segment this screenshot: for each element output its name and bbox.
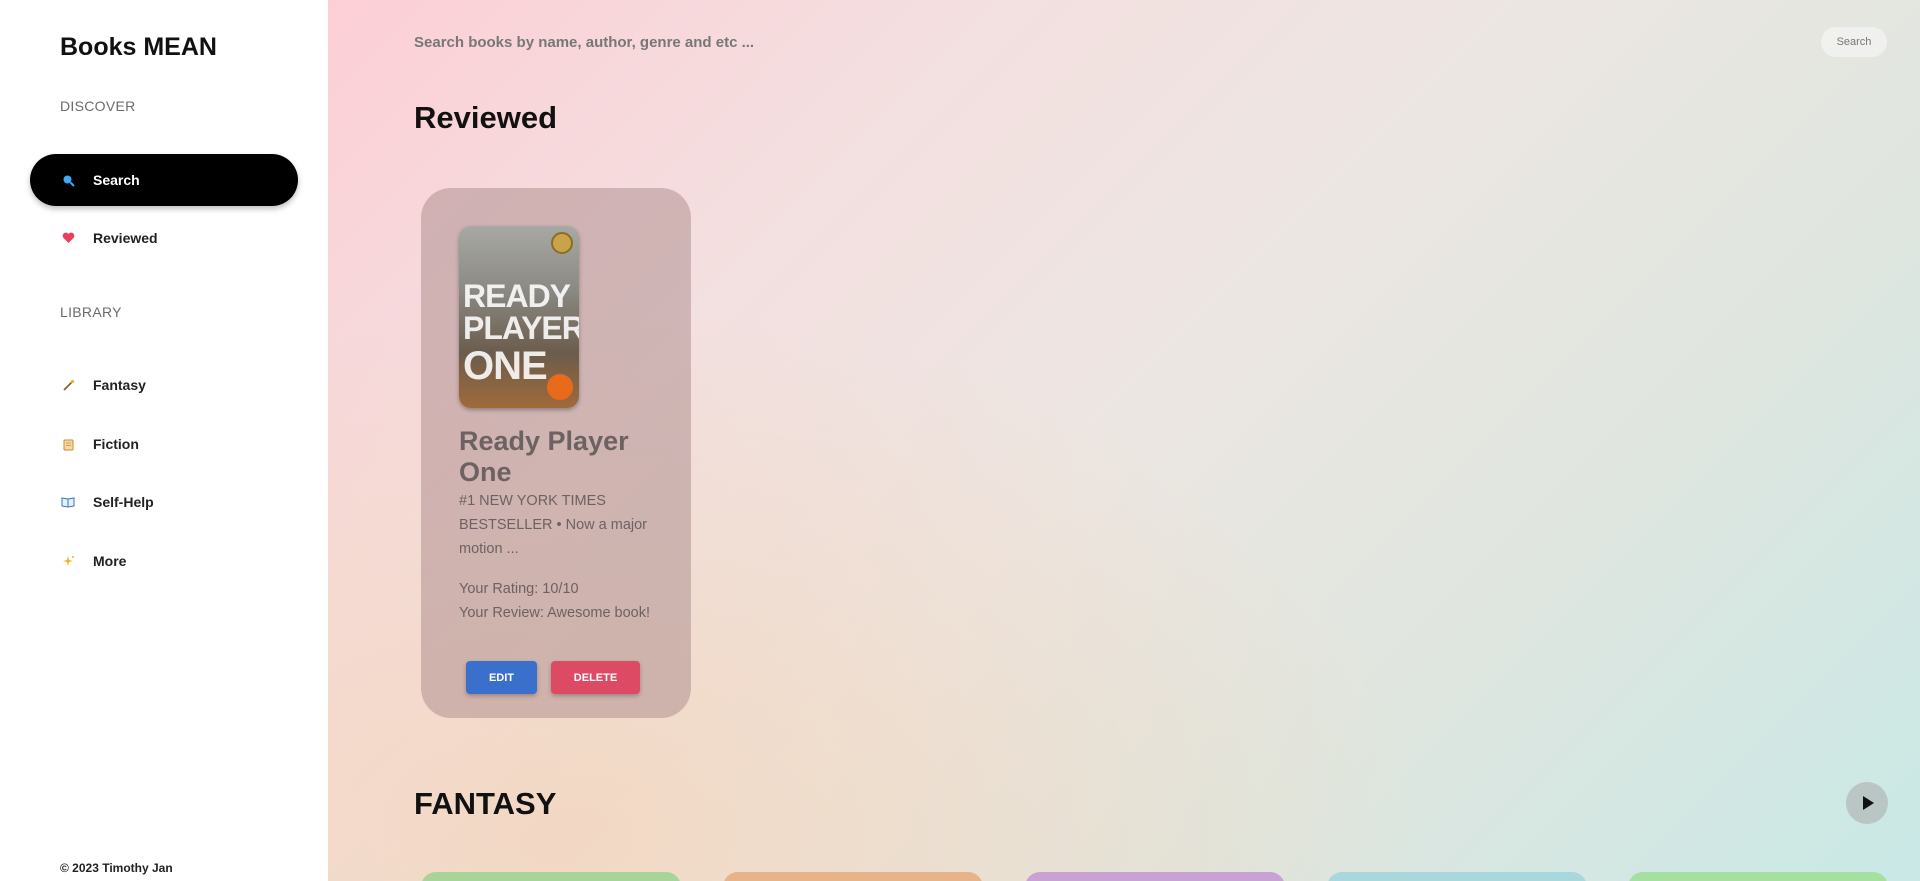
sidebar-item-more[interactable]: More	[30, 535, 298, 587]
book-title: Ready Player One	[459, 426, 629, 487]
sidebar-item-fiction[interactable]: Fiction	[30, 418, 298, 470]
reviewed-heading: Reviewed	[414, 100, 558, 135]
search-button[interactable]: Search	[1821, 27, 1887, 57]
footer-copyright: © 2023 Timothy Jan	[60, 861, 173, 875]
cover-title-line: READY	[463, 278, 571, 314]
app-brand: Books MEAN	[60, 33, 217, 61]
search-icon	[61, 173, 75, 187]
book-icon	[61, 495, 75, 509]
sidebar-item-label: Fantasy	[93, 377, 146, 393]
sidebar-item-label: More	[93, 553, 127, 569]
fantasy-heading: FANTASY	[414, 786, 557, 821]
play-icon	[1863, 796, 1874, 810]
sidebar-item-search[interactable]: Search	[30, 154, 298, 206]
library-section-label: LIBRARY	[60, 304, 122, 320]
discover-section-label: DISCOVER	[60, 98, 136, 114]
book-cover[interactable]: READY PLAYER ONE	[459, 226, 579, 408]
cover-title-line: ONE	[463, 344, 548, 388]
book-rating: Your Rating: 10/10	[459, 581, 579, 597]
fantasy-card-peek[interactable]	[421, 872, 681, 881]
sidebar-item-label: Fiction	[93, 436, 139, 452]
scroll-icon	[61, 437, 75, 451]
wand-icon	[61, 378, 75, 392]
fantasy-card-peek[interactable]	[1628, 872, 1888, 881]
main-content: Search Reviewed READY PLAYER ONE Ready P…	[328, 0, 1920, 881]
sidebar-item-fantasy[interactable]: Fantasy	[30, 359, 298, 411]
fantasy-card-peek[interactable]	[1327, 872, 1587, 881]
award-seal-icon	[551, 232, 573, 254]
fantasy-card-peek[interactable]	[1025, 872, 1285, 881]
fantasy-card-peek[interactable]	[723, 872, 983, 881]
book-card: READY PLAYER ONE Ready Player One #1 NEW…	[421, 188, 691, 718]
sidebar-item-reviewed[interactable]: Reviewed	[30, 212, 298, 264]
author-badge-icon	[547, 374, 573, 400]
cover-title-line: PLAYER	[463, 310, 579, 346]
sparkles-icon	[61, 554, 75, 568]
edit-button[interactable]: EDIT	[466, 661, 537, 694]
sidebar-item-label: Search	[93, 172, 140, 188]
book-review: Your Review: Awesome book!	[459, 605, 651, 621]
carousel-next-button[interactable]	[1846, 782, 1888, 824]
book-description: #1 NEW YORK TIMES BESTSELLER • Now a maj…	[459, 493, 648, 557]
sidebar-item-label: Reviewed	[93, 230, 158, 246]
delete-button[interactable]: DELETE	[551, 661, 640, 694]
search-input[interactable]	[414, 28, 1314, 56]
sidebar: Books MEAN DISCOVER Search Reviewed LIBR…	[0, 0, 328, 881]
sidebar-item-label: Self-Help	[93, 494, 154, 510]
sidebar-item-self-help[interactable]: Self-Help	[30, 476, 298, 528]
heart-icon	[61, 231, 75, 245]
